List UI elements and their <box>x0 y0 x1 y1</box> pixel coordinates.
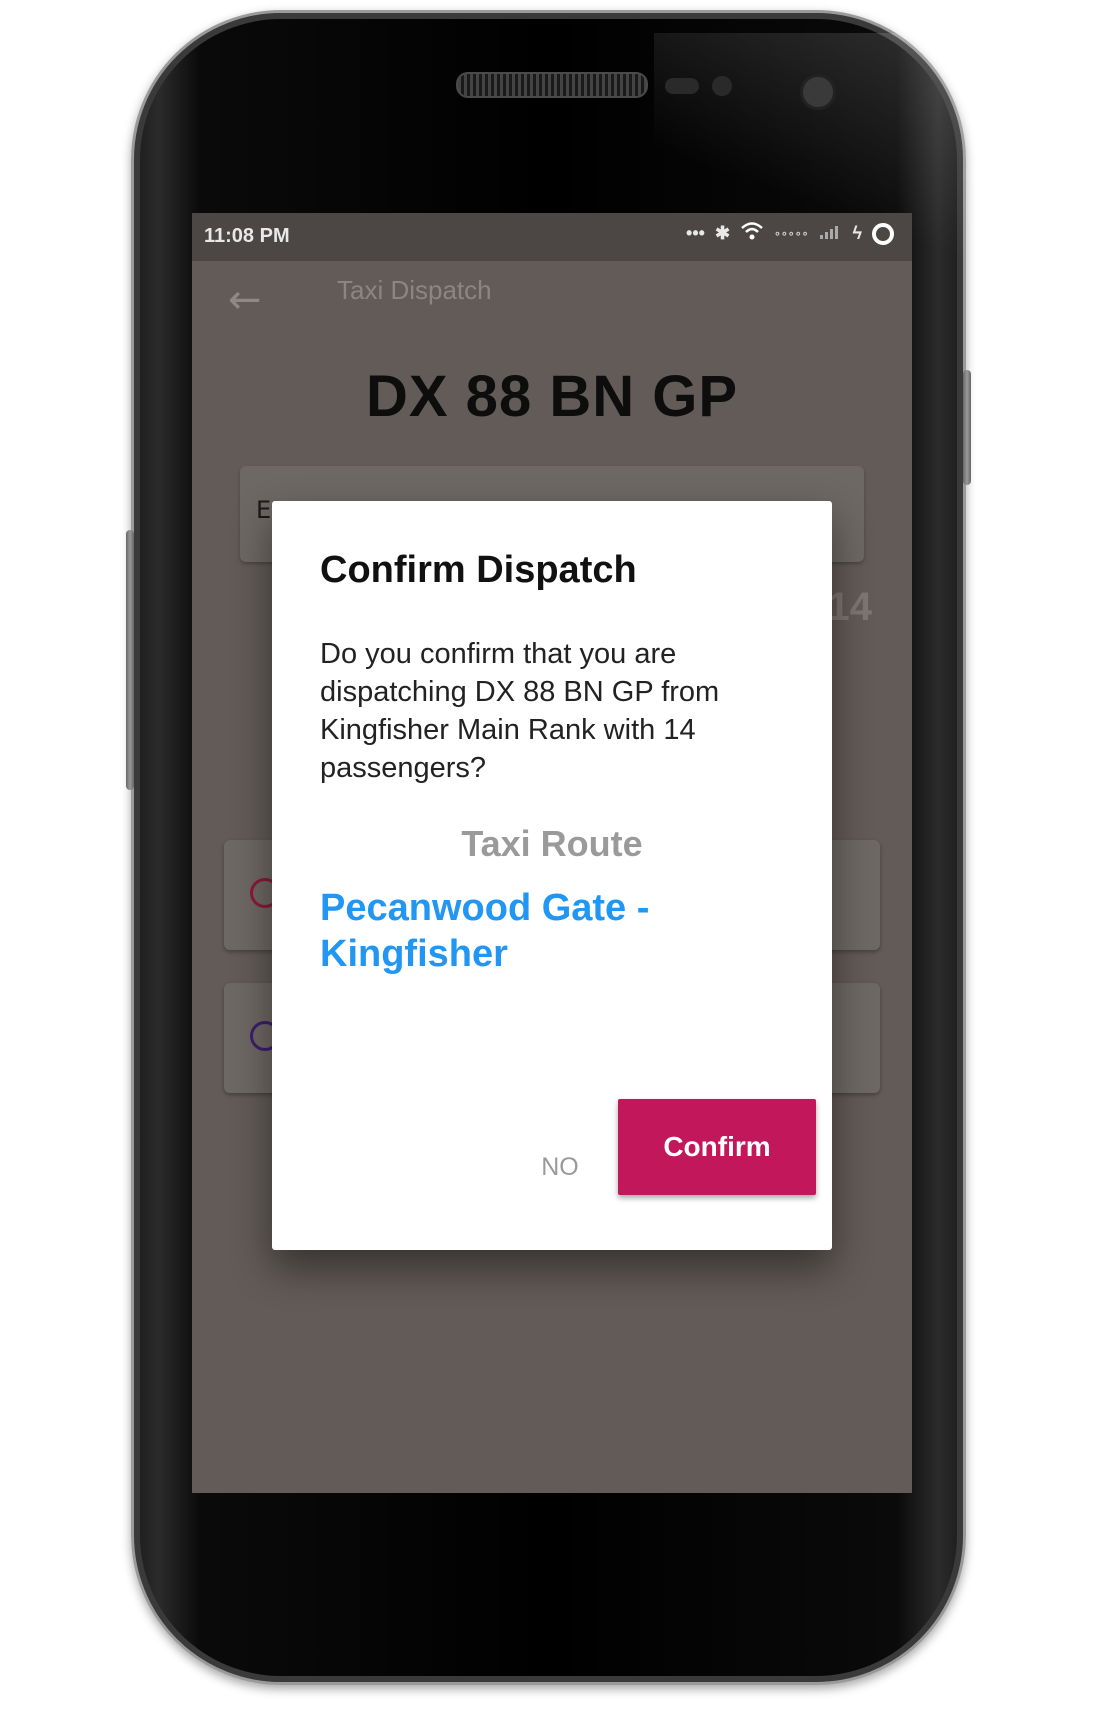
screen: 11:08 PM ••• ✱ ∘∘∘∘∘ ϟ ← Taxi Dispatch D… <box>192 213 912 1493</box>
status-icons: ••• ✱ ∘∘∘∘∘ ϟ <box>686 221 894 246</box>
proximity-sensor <box>665 78 699 94</box>
dialog-title: Confirm Dispatch <box>320 549 637 591</box>
passenger-count: 14 <box>827 585 873 629</box>
front-camera <box>800 74 836 110</box>
arrow-left-icon[interactable]: ← <box>228 280 262 320</box>
charging-icon: ϟ <box>852 223 862 243</box>
earpiece-speaker <box>456 72 648 98</box>
light-sensor <box>712 76 732 96</box>
app-bar-title: Taxi Dispatch <box>337 275 492 305</box>
more-dots-icon: ••• <box>686 223 705 243</box>
power-button <box>963 370 971 485</box>
volume-button <box>126 530 134 790</box>
no-button[interactable]: NO <box>502 1145 618 1189</box>
status-bar: 11:08 PM ••• ✱ ∘∘∘∘∘ ϟ <box>192 213 912 261</box>
plate-number: DX 88 BN GP <box>366 364 738 429</box>
signal-icon <box>818 221 842 246</box>
status-time: 11:08 PM <box>204 225 290 247</box>
wifi-icon <box>740 221 764 246</box>
battery-ring-icon <box>872 222 894 245</box>
dialog-message: Do you confirm that you are dispatching … <box>320 638 720 784</box>
route-label: Taxi Route <box>461 823 643 864</box>
rank-field-text: E <box>256 496 272 524</box>
bluetooth-icon: ✱ <box>714 223 731 243</box>
network-dots-icon: ∘∘∘∘∘ <box>774 228 809 240</box>
confirm-dialog: Confirm Dispatch Do you confirm that you… <box>272 501 832 1250</box>
route-name: Pecanwood Gate - Kingfisher <box>320 887 650 975</box>
confirm-button[interactable]: Confirm <box>618 1099 816 1195</box>
